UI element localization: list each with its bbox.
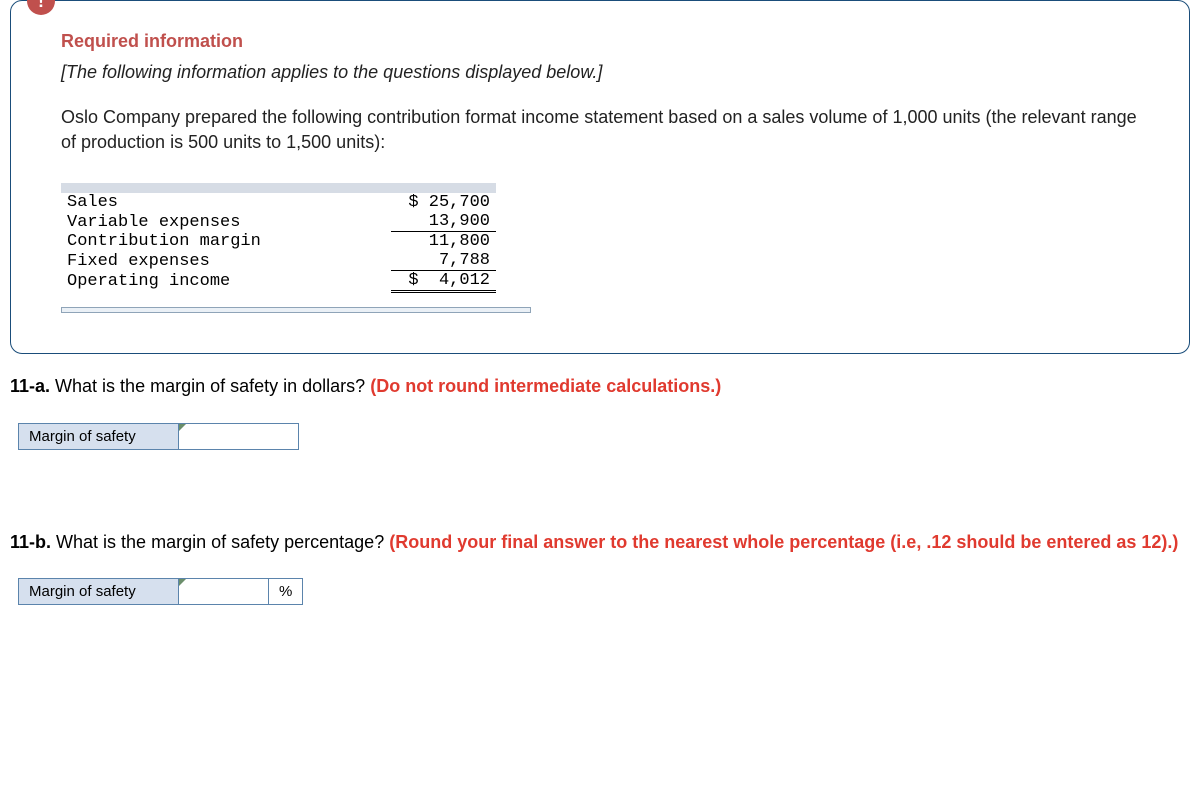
income-row-label: Operating income <box>61 271 391 292</box>
answer-table-11b: Margin of safety % <box>18 578 303 605</box>
income-row-value: 7,788 <box>391 251 496 271</box>
margin-of-safety-input-11b[interactable] <box>179 578 269 604</box>
income-row: Contribution margin11,800 <box>61 232 496 252</box>
percent-unit: % <box>269 578 303 604</box>
income-statement-table: Sales$ 25,700Variable expenses13,900Cont… <box>61 183 496 293</box>
income-row: Operating income$ 4,012 <box>61 271 496 292</box>
income-row-value: $ 25,700 <box>391 193 496 212</box>
question-11a-instruction: (Do not round intermediate calculations.… <box>370 376 721 396</box>
income-row-value: 11,800 <box>391 232 496 252</box>
horizontal-scroll-hint <box>61 307 531 313</box>
question-11b-instruction: (Round your final answer to the nearest … <box>389 532 1178 552</box>
problem-description: Oslo Company prepared the following cont… <box>61 105 1139 155</box>
question-11b: 11-b. What is the margin of safety perce… <box>0 530 1200 605</box>
applies-note: [The following information applies to th… <box>61 62 1139 83</box>
question-11a-text: 11-a. What is the margin of safety in do… <box>10 374 1190 398</box>
alert-icon: ! <box>27 0 55 15</box>
income-row: Sales$ 25,700 <box>61 193 496 212</box>
input-marker-icon <box>179 579 186 586</box>
margin-of-safety-input-11a[interactable] <box>179 423 299 449</box>
required-info-box: ! Required information [The following in… <box>10 0 1190 354</box>
answer-table-11a: Margin of safety <box>18 423 299 450</box>
income-row-label: Fixed expenses <box>61 251 391 271</box>
margin-of-safety-label-11b: Margin of safety <box>19 578 179 604</box>
income-row: Variable expenses13,900 <box>61 212 496 232</box>
income-row-label: Sales <box>61 193 391 212</box>
question-11a: 11-a. What is the margin of safety in do… <box>0 374 1200 449</box>
income-row: Fixed expenses 7,788 <box>61 251 496 271</box>
input-marker-icon <box>179 424 186 431</box>
income-row-label: Contribution margin <box>61 232 391 252</box>
question-11b-body: What is the margin of safety percentage? <box>51 532 389 552</box>
margin-of-safety-label-11a: Margin of safety <box>19 423 179 449</box>
income-row-label: Variable expenses <box>61 212 391 232</box>
question-11a-body: What is the margin of safety in dollars? <box>50 376 370 396</box>
required-heading: Required information <box>61 31 1139 52</box>
question-11a-prefix: 11-a. <box>10 376 50 396</box>
income-row-value: $ 4,012 <box>391 271 496 292</box>
income-row-value: 13,900 <box>391 212 496 232</box>
question-11b-text: 11-b. What is the margin of safety perce… <box>10 530 1190 554</box>
question-11b-prefix: 11-b. <box>10 532 51 552</box>
